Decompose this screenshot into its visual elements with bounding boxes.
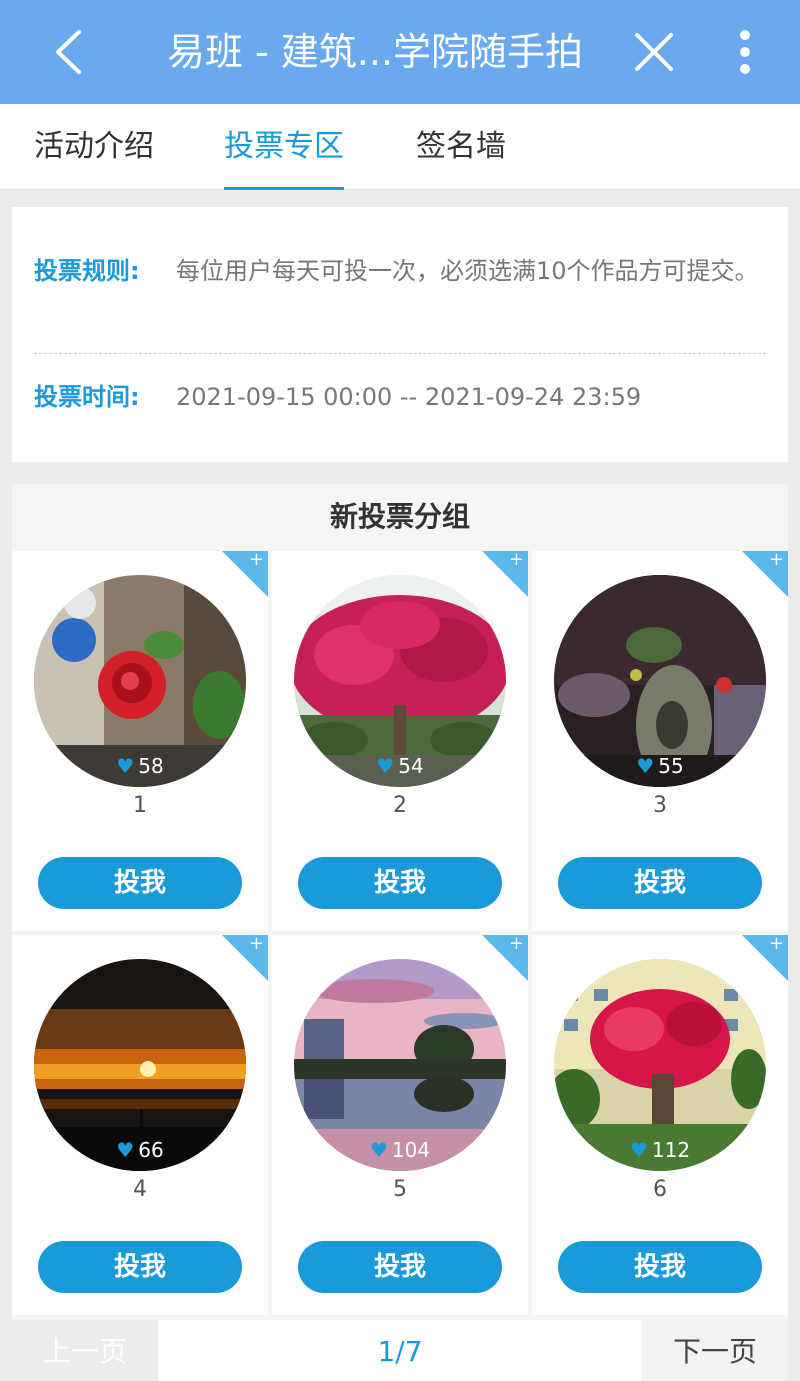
entry-card: + ♥ 66 4 投我: [12, 935, 268, 1315]
entry-photo[interactable]: ♥ 112: [554, 959, 766, 1171]
like-value: 104: [391, 1138, 431, 1162]
entry-number: 5: [393, 1177, 407, 1202]
pagination: 上一页 1/7 下一页: [12, 1320, 788, 1381]
heart-icon: ♥: [369, 1138, 388, 1162]
group-title: 新投票分组: [329, 500, 470, 533]
like-count: ♥ 104: [294, 1129, 506, 1171]
heart-icon: ♥: [376, 754, 395, 778]
time-text: 2021-09-15 00:00 -- 2021-09-24 23:59: [176, 383, 642, 411]
vote-button[interactable]: 投我: [38, 857, 242, 909]
like-value: 55: [658, 754, 684, 778]
entry-photo[interactable]: ♥ 66: [34, 959, 246, 1171]
entry-photo[interactable]: ♥ 104: [294, 959, 506, 1171]
tab-signature-wall[interactable]: 签名墙: [416, 104, 506, 190]
entry-card: + ♥ 112 6 投我: [532, 935, 788, 1315]
divider: [34, 353, 766, 354]
heart-icon: ♥: [116, 754, 135, 778]
entry-photo[interactable]: ♥ 54: [294, 575, 506, 787]
vote-button[interactable]: 投我: [298, 857, 502, 909]
rule-label: 投票规则:: [34, 257, 140, 285]
tab-activity-intro[interactable]: 活动介绍: [34, 104, 154, 190]
rule-row: 投票规则: 每位用户每天可投一次，必须选满10个作品方可提交。: [34, 251, 766, 291]
back-button[interactable]: [40, 22, 96, 82]
like-value: 58: [138, 754, 164, 778]
like-count: ♥ 112: [554, 1129, 766, 1171]
heart-icon: ♥: [629, 1138, 648, 1162]
next-page-button[interactable]: 下一页: [642, 1320, 788, 1381]
entry-number: 1: [133, 793, 147, 818]
entry-card: + ♥ 54 2 投我: [272, 551, 528, 931]
time-label: 投票时间:: [34, 383, 140, 411]
title-bar: 易班 - 建筑...学院随手拍: [0, 0, 800, 104]
plus-icon: +: [248, 935, 264, 954]
like-count: ♥ 58: [34, 745, 246, 787]
vote-button[interactable]: 投我: [38, 1241, 242, 1293]
tab-bar: 活动介绍 投票专区 签名墙: [0, 104, 800, 190]
like-count: ♥ 66: [34, 1129, 246, 1171]
entry-card: + ♥ 104 5 投我: [272, 935, 528, 1315]
like-value: 54: [398, 754, 424, 778]
heart-icon: ♥: [116, 1138, 135, 1162]
entry-photo[interactable]: ♥ 55: [554, 575, 766, 787]
entry-number: 2: [393, 793, 407, 818]
plus-icon: +: [768, 551, 784, 570]
page-indicator: 1/7: [377, 1335, 423, 1368]
entry-photo[interactable]: ♥ 58: [34, 575, 246, 787]
plus-icon: +: [508, 935, 524, 954]
like-value: 112: [651, 1138, 691, 1162]
like-value: 66: [138, 1138, 164, 1162]
entry-card: + ♥ 58 1 投我: [12, 551, 268, 931]
like-count: ♥ 55: [554, 745, 766, 787]
entry-number: 6: [653, 1177, 667, 1202]
close-button[interactable]: [626, 24, 682, 80]
entry-card: + ♥ 55 3 投我: [532, 551, 788, 931]
voting-rules-card: 投票规则: 每位用户每天可投一次，必须选满10个作品方可提交。 投票时间: 20…: [12, 207, 788, 462]
like-count: ♥ 54: [294, 745, 506, 787]
plus-icon: +: [508, 551, 524, 570]
vote-button[interactable]: 投我: [298, 1241, 502, 1293]
page-title: 易班 - 建筑...学院随手拍: [166, 30, 584, 74]
vote-button[interactable]: 投我: [558, 857, 762, 909]
plus-icon: +: [248, 551, 264, 570]
vote-group: 新投票分组 + ♥ 58 1 投我 + ♥ 54 2 投我 + ♥ 55 3 投…: [12, 484, 788, 1381]
vertical-dots-icon: [740, 30, 750, 74]
tab-voting-area[interactable]: 投票专区: [224, 104, 344, 190]
close-icon: [635, 33, 673, 71]
vote-button[interactable]: 投我: [558, 1241, 762, 1293]
entry-number: 4: [133, 1177, 147, 1202]
chevron-left-icon: [56, 30, 81, 74]
entry-number: 3: [653, 793, 667, 818]
more-menu-button[interactable]: [722, 24, 768, 80]
time-row: 投票时间: 2021-09-15 00:00 -- 2021-09-24 23:…: [34, 377, 766, 417]
heart-icon: ♥: [636, 754, 655, 778]
prev-page-button[interactable]: 上一页: [12, 1320, 158, 1381]
plus-icon: +: [768, 935, 784, 954]
rule-text: 每位用户每天可投一次，必须选满10个作品方可提交。: [176, 257, 759, 285]
